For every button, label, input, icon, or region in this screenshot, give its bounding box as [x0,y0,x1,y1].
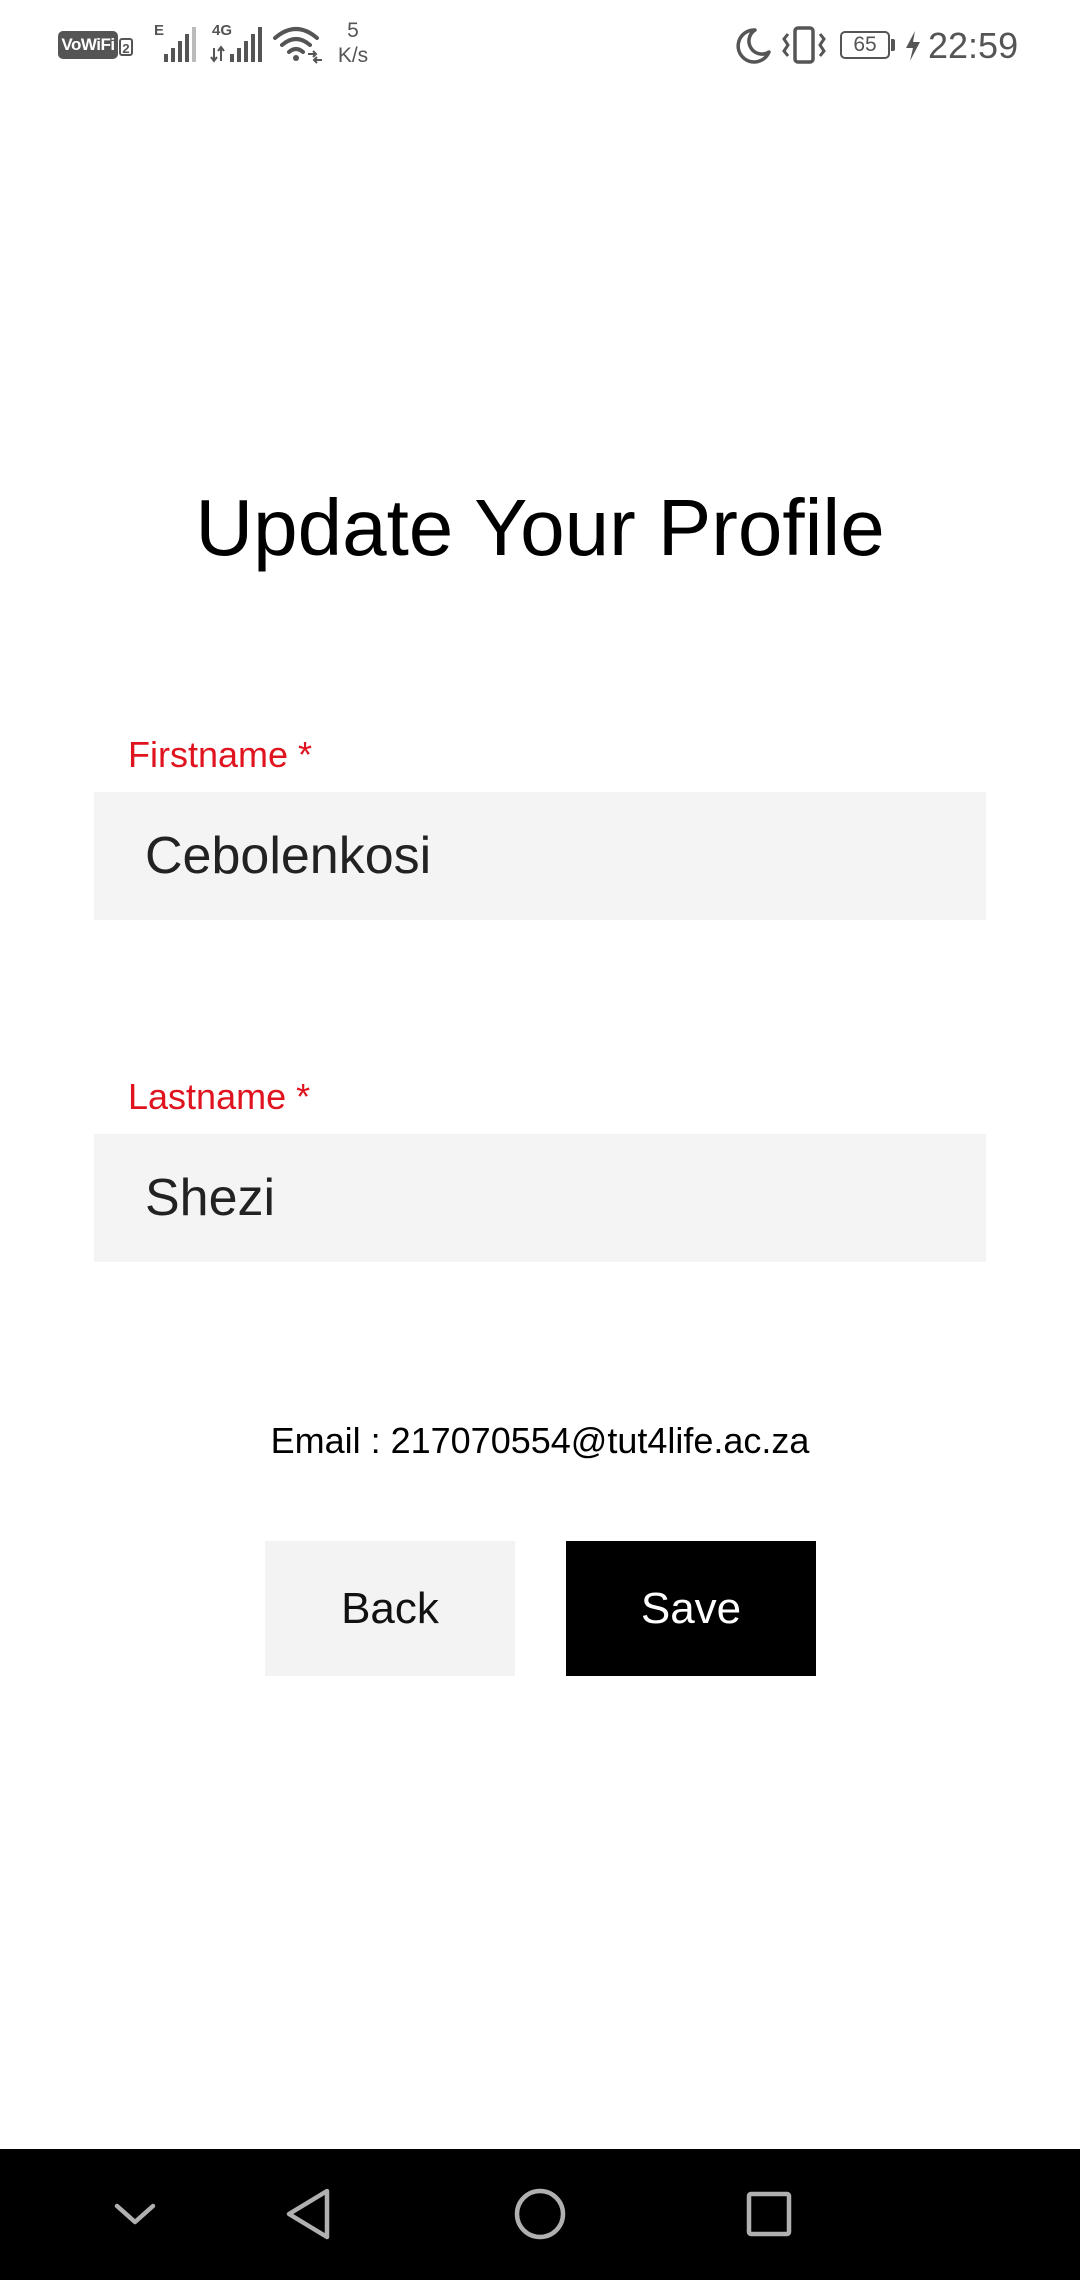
signal-icon: E [152,22,202,64]
status-bar: VoWiFi 2 E 4G 5 K/s 65 22:59 [0,0,1080,92]
lastname-label: Lastname * [128,1076,311,1117]
back-triangle-icon[interactable] [264,2169,354,2259]
net-speed-value: 5 [347,19,359,42]
home-circle-icon[interactable] [495,2169,585,2259]
chevron-down-icon[interactable] [90,2169,180,2259]
vowifi-icon: VoWiFi [58,31,118,59]
battery-icon: 65 [840,31,890,59]
signal-4g-icon: 4G [210,22,266,64]
net-speed-unit: K/s [337,44,369,67]
vowifi-sim-badge: 2 [119,38,133,56]
firstname-field[interactable] [94,792,986,920]
vibrate-icon [780,24,828,66]
firstname-label: Firstname * [128,734,313,775]
back-button[interactable]: Back [265,1541,515,1676]
charging-icon [904,30,922,62]
page-title: Update Your Profile [195,483,885,572]
wifi-icon [272,24,324,64]
recents-square-icon[interactable] [724,2169,814,2259]
save-button[interactable]: Save [566,1541,816,1676]
net-speed: 5 K/s [330,18,376,68]
email-text: Email : 217070554@tut4life.ac.za [270,1420,810,1461]
battery-tip [891,39,895,51]
status-time: 22:59 [928,25,1019,66]
lastname-field[interactable] [94,1134,986,1262]
moon-icon [733,26,773,66]
navigation-bar [0,2149,1080,2280]
update-profile-screen: VoWiFi 2 E 4G 5 K/s 65 22:59 Update Your… [0,0,1080,2280]
lastname-input[interactable] [94,1134,986,1262]
firstname-input[interactable] [94,792,986,920]
